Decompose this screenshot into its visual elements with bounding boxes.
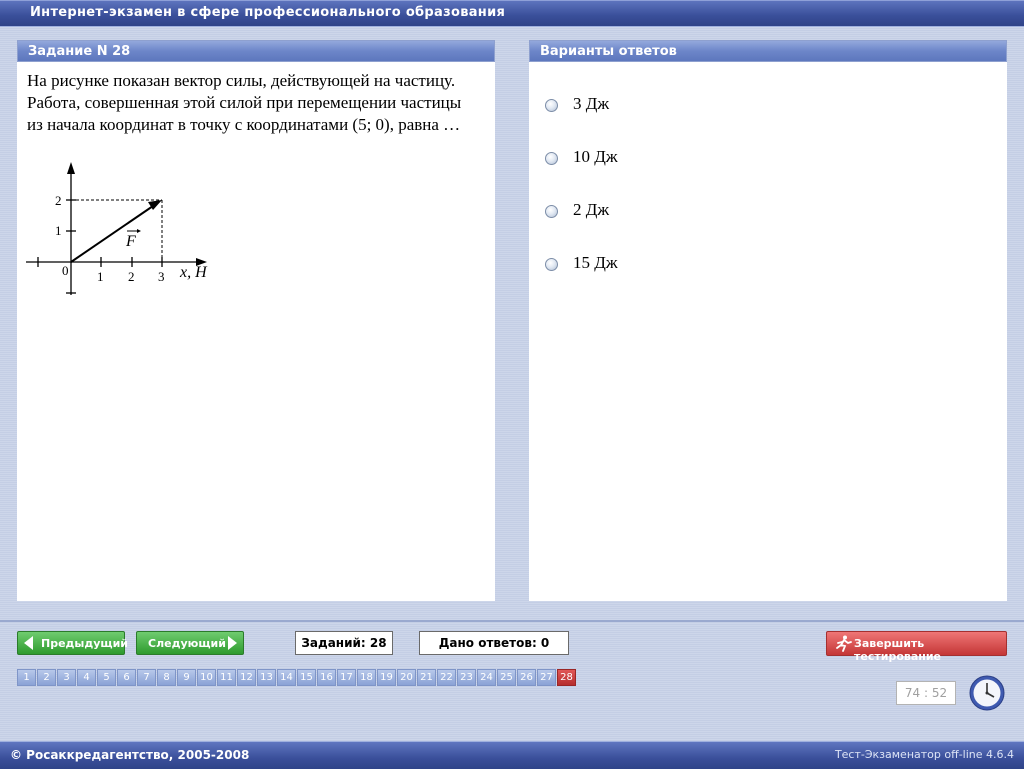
question-number-button[interactable]: 12 [237, 669, 256, 686]
arrow-right-icon [228, 636, 237, 650]
x-tick-label-1: 1 [97, 269, 104, 284]
question-number-button[interactable]: 2 [37, 669, 56, 686]
question-number-button[interactable]: 3 [57, 669, 76, 686]
question-number-button[interactable]: 22 [437, 669, 456, 686]
question-number-button[interactable]: 15 [297, 669, 316, 686]
question-number-button[interactable]: 25 [497, 669, 516, 686]
radio-button[interactable] [545, 258, 558, 271]
radio-button[interactable] [545, 205, 558, 218]
task-panel-body: На рисунке показан вектор силы, действую… [17, 62, 495, 601]
finish-button-label: Завершить тестирование [854, 637, 942, 663]
question-number-button[interactable]: 1 [17, 669, 36, 686]
radio-button[interactable] [545, 99, 558, 112]
app-footer: © Росаккредагентство, 2005-2008 Тест-Экз… [0, 741, 1024, 769]
question-number-button[interactable]: 10 [197, 669, 216, 686]
answers-panel-body: 3 Дж 10 Дж 2 Дж 15 Дж [529, 62, 1007, 601]
x-tick-label-3: 3 [158, 269, 165, 284]
version-text: Тест-Экзаменатор off-line 4.6.4 [834, 748, 1014, 761]
answer-label[interactable]: 10 Дж [573, 147, 618, 167]
clock-icon [969, 675, 1005, 711]
answer-label[interactable]: 15 Дж [573, 253, 618, 273]
force-vector-figure: 0 1 2 3 1 2 x, Н F [26, 162, 208, 295]
question-number-button[interactable]: 24 [477, 669, 496, 686]
question-number-button[interactable]: 18 [357, 669, 376, 686]
next-button[interactable]: Следующий [136, 631, 244, 655]
divider [0, 620, 1024, 622]
question-number-button[interactable]: 20 [397, 669, 416, 686]
question-number-button[interactable]: 7 [137, 669, 156, 686]
x-tick-label-2: 2 [128, 269, 135, 284]
task-panel: Задание N 28 На рисунке показан вектор с… [17, 40, 495, 601]
question-text: На рисунке показан вектор силы, действую… [27, 71, 462, 134]
radio-button[interactable] [545, 152, 558, 165]
copyright-text: © Росаккредагентство, 2005-2008 [10, 748, 250, 762]
answers-count: Дано ответов: 0 [419, 631, 569, 655]
timer-display: 74 : 52 [896, 681, 956, 705]
question-number-button[interactable]: 13 [257, 669, 276, 686]
question-number-button[interactable]: 17 [337, 669, 356, 686]
task-header-label: Задание N 28 [28, 44, 131, 59]
next-button-label: Следующий [148, 637, 226, 650]
question-number-button[interactable]: 16 [317, 669, 336, 686]
y-tick-label-2: 2 [55, 193, 62, 208]
y-tick-label-1: 1 [55, 223, 62, 238]
answer-label[interactable]: 2 Дж [573, 200, 609, 220]
prev-button-label: Предыдущий [41, 637, 129, 650]
question-number-button[interactable]: 14 [277, 669, 296, 686]
finish-test-button[interactable]: Завершить тестирование [826, 631, 1007, 663]
question-number-button[interactable]: 8 [157, 669, 176, 686]
y-axis-arrow [67, 162, 75, 174]
tasks-count: Заданий: 28 [295, 631, 393, 655]
task-panel-header: Задание N 28 [17, 40, 495, 62]
question-number-button[interactable]: 26 [517, 669, 536, 686]
vector-label-arrow [137, 229, 141, 233]
vector-label: F [125, 233, 136, 250]
question-number-button[interactable]: 9 [177, 669, 196, 686]
question-number-button[interactable]: 4 [77, 669, 96, 686]
prev-button[interactable]: Предыдущий [17, 631, 129, 655]
question-number-button[interactable]: 5 [97, 669, 116, 686]
question-number-button[interactable]: 11 [217, 669, 236, 686]
answers-panel: Варианты ответов 3 Дж 10 Дж 2 Дж 15 Дж [529, 40, 1007, 601]
x-axis-label: x, Н [179, 264, 208, 281]
force-vector [70, 205, 154, 263]
app-title: Интернет-экзамен в сфере профессионально… [30, 5, 506, 20]
question-number-button[interactable]: 19 [377, 669, 396, 686]
answer-label[interactable]: 3 Дж [573, 94, 609, 114]
answers-panel-header: Варианты ответов [529, 40, 1007, 62]
arrow-left-icon [24, 636, 33, 650]
running-man-icon [836, 635, 852, 652]
question-number-button[interactable]: 27 [537, 669, 556, 686]
question-number-button[interactable]: 21 [417, 669, 436, 686]
app-header: Интернет-экзамен в сфере профессионально… [0, 0, 1024, 27]
question-number-button[interactable]: 23 [457, 669, 476, 686]
question-number-button[interactable]: 28 [557, 669, 576, 686]
answers-header-label: Варианты ответов [540, 44, 677, 59]
question-number-strip: 1 2 3 4 5 6 7 8 9 10 11 12 13 14 15 16 17 18 19 20 21 22 23 24 2… [17, 669, 577, 686]
x-tick-label-0: 0 [62, 263, 69, 278]
question-number-button[interactable]: 6 [117, 669, 136, 686]
